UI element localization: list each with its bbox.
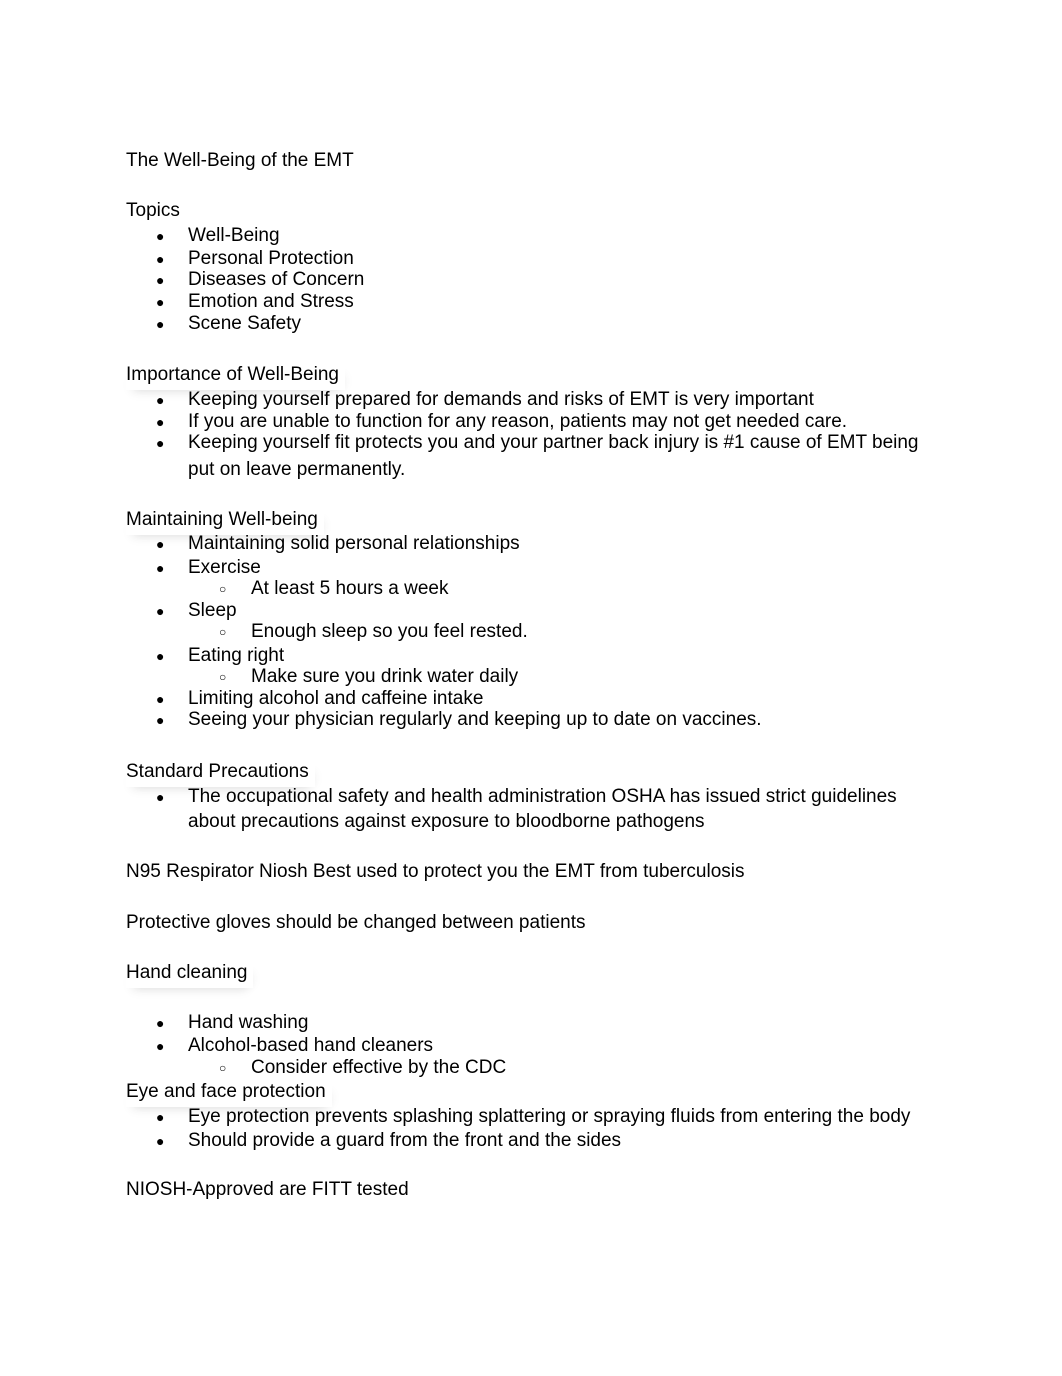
list-item: Sleep bbox=[188, 600, 237, 621]
bullet-icon: ● bbox=[156, 1109, 165, 1125]
list-item: Personal Protection bbox=[188, 248, 354, 269]
sub-list-item: Consider effective by the CDC bbox=[251, 1057, 507, 1078]
list-item: Keeping yourself fit protects you and yo… bbox=[188, 432, 919, 453]
list-item: Limiting alcohol and caffeine intake bbox=[188, 688, 484, 709]
bullet-icon: ● bbox=[156, 1015, 165, 1031]
bullet-icon: ● bbox=[156, 414, 165, 430]
bullet-icon: ● bbox=[156, 712, 165, 728]
list-item: Eating right bbox=[188, 645, 285, 666]
bullet-icon: ● bbox=[156, 536, 165, 552]
list-item: Eye protection prevents splashing splatt… bbox=[188, 1106, 911, 1127]
list-item: Should provide a guard from the front an… bbox=[188, 1130, 622, 1151]
bullet-icon: ● bbox=[156, 392, 165, 408]
bullet-icon: ● bbox=[156, 294, 165, 310]
bullet-icon: ● bbox=[156, 1133, 165, 1149]
section-heading-importance: Importance of Well-Being bbox=[126, 364, 345, 390]
document-page: The Well-Being of the EMT Topics ● Well-… bbox=[0, 0, 1062, 1376]
list-item: Diseases of Concern bbox=[188, 269, 365, 290]
n95-paragraph: N95 Respirator Niosh Best used to protec… bbox=[126, 861, 745, 882]
sub-list-item: Make sure you drink water daily bbox=[251, 666, 519, 687]
sub-list-item: Enough sleep so you feel rested. bbox=[251, 621, 528, 642]
list-item: If you are unable to function for any re… bbox=[188, 411, 848, 432]
bullet-icon: ● bbox=[156, 789, 165, 805]
niosh-paragraph: NIOSH-Approved are FITT tested bbox=[126, 1179, 409, 1200]
bullet-icon: ● bbox=[156, 272, 165, 288]
list-item: Maintaining solid personal relationships bbox=[188, 533, 520, 554]
sub-bullet-icon: ○ bbox=[219, 625, 227, 639]
bullet-icon: ● bbox=[156, 316, 165, 332]
list-item-continuation: put on leave permanently. bbox=[188, 459, 406, 480]
section-heading-maintaining: Maintaining Well-being bbox=[126, 509, 324, 535]
list-item: Scene Safety bbox=[188, 313, 302, 334]
list-item: Keeping yourself prepared for demands an… bbox=[188, 389, 814, 410]
document-title: The Well-Being of the EMT bbox=[126, 150, 354, 171]
bullet-icon: ● bbox=[156, 1038, 165, 1054]
sub-bullet-icon: ○ bbox=[219, 1061, 227, 1075]
bullet-icon: ● bbox=[156, 251, 165, 267]
bullet-icon: ● bbox=[156, 435, 165, 451]
section-heading-topics: Topics bbox=[126, 200, 180, 221]
bullet-icon: ● bbox=[156, 648, 165, 664]
section-heading-hand-cleaning: Hand cleaning bbox=[126, 962, 253, 988]
sub-bullet-icon: ○ bbox=[219, 582, 227, 596]
bullet-icon: ● bbox=[156, 228, 165, 244]
bullet-icon: ● bbox=[156, 560, 165, 576]
sub-bullet-icon: ○ bbox=[219, 670, 227, 684]
list-item: Exercise bbox=[188, 557, 261, 578]
bullet-icon: ● bbox=[156, 691, 165, 707]
list-item: Alcohol-based hand cleaners bbox=[188, 1035, 434, 1056]
list-item: The occupational safety and health admin… bbox=[188, 786, 897, 807]
gloves-paragraph: Protective gloves should be changed betw… bbox=[126, 912, 586, 933]
list-item: Seeing your physician regularly and keep… bbox=[188, 709, 762, 730]
sub-list-item: At least 5 hours a week bbox=[251, 578, 449, 599]
list-item: Emotion and Stress bbox=[188, 291, 354, 312]
list-item: Hand washing bbox=[188, 1012, 309, 1033]
list-item: Well-Being bbox=[188, 225, 280, 246]
list-item-continuation: about precautions against exposure to bl… bbox=[188, 811, 705, 832]
bullet-icon: ● bbox=[156, 603, 165, 619]
section-heading-eye-protection: Eye and face protection bbox=[126, 1081, 332, 1107]
section-heading-standard-precautions: Standard Precautions bbox=[126, 761, 315, 787]
